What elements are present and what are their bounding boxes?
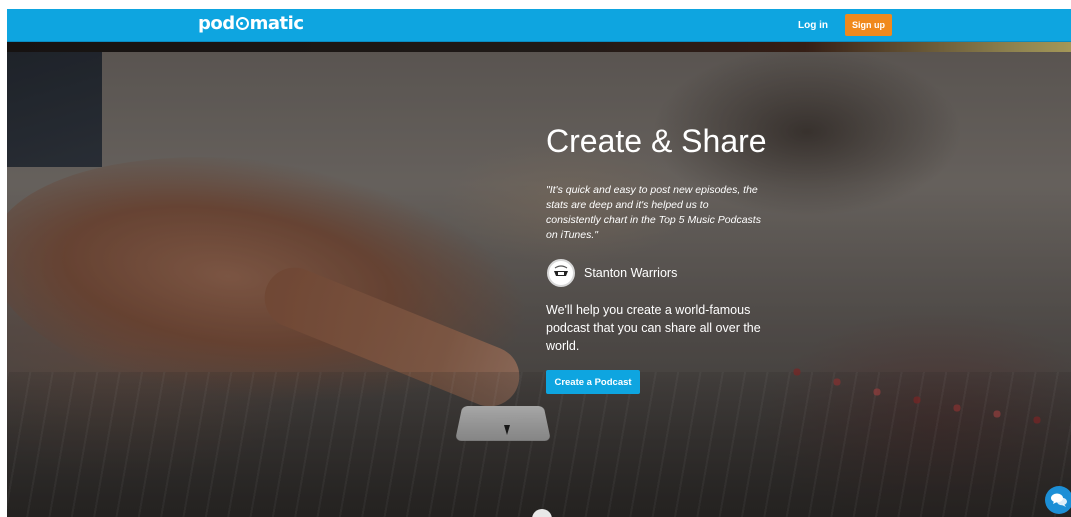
author-avatar-icon bbox=[547, 259, 575, 287]
login-link[interactable]: Log in bbox=[798, 20, 828, 31]
logo-text-suffix: matic bbox=[249, 13, 304, 34]
author-name: Stanton Warriors bbox=[584, 266, 678, 280]
podomatic-logo[interactable]: pod matic bbox=[198, 14, 304, 34]
page: pod matic Log in Sign up Create & Share "… bbox=[0, 0, 1071, 517]
hero-image-overlay bbox=[7, 42, 1071, 517]
hero-banner bbox=[7, 42, 1071, 517]
create-podcast-button[interactable]: Create a Podcast bbox=[546, 370, 640, 394]
signup-button[interactable]: Sign up bbox=[845, 14, 892, 36]
logo-o-icon bbox=[235, 17, 249, 30]
top-navigation-bar: pod matic Log in Sign up bbox=[7, 9, 1071, 42]
logo-text-prefix: pod bbox=[198, 13, 235, 34]
hero-pitch-text: We'll help you create a world-famous pod… bbox=[546, 303, 761, 353]
hero-title: Create & Share bbox=[546, 123, 767, 159]
testimonial-quote: "It's quick and easy to post new episode… bbox=[546, 184, 761, 241]
testimonial-author: Stanton Warriors bbox=[547, 259, 677, 287]
chat-button[interactable] bbox=[1045, 486, 1071, 514]
chat-bubble-icon bbox=[1051, 493, 1067, 507]
